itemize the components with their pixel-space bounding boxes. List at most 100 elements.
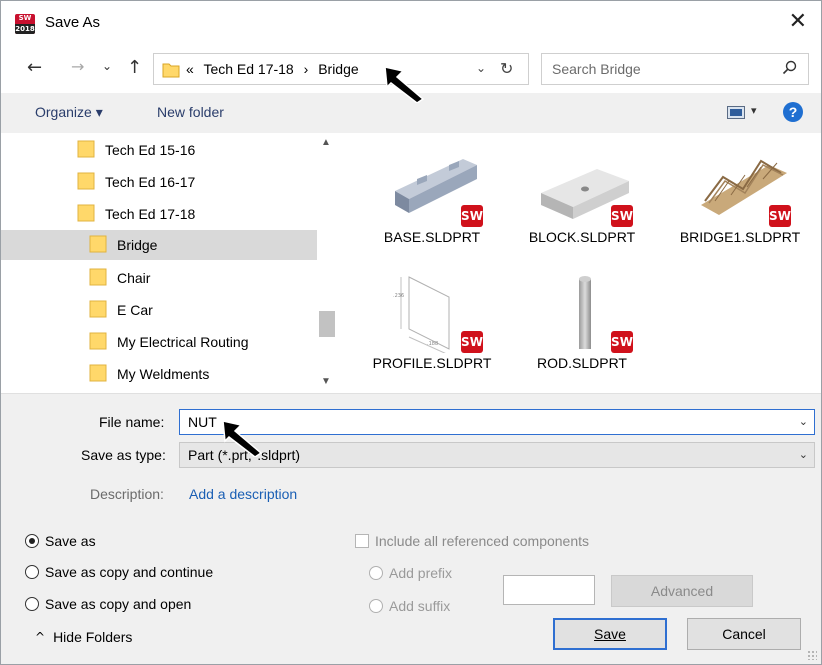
folder-icon xyxy=(89,299,107,322)
radio-add-prefix[interactable]: Add prefix xyxy=(369,565,452,581)
tree-item-tech-ed-15-16[interactable]: Tech Ed 15-16 xyxy=(77,135,195,165)
app-icon-top-text: SW xyxy=(18,14,32,22)
search-icon[interactable] xyxy=(782,60,798,79)
solidworks-file-badge-icon: SW xyxy=(769,205,791,227)
chevron-down-icon[interactable]: ⌄ xyxy=(799,415,808,428)
tree-item-label: Tech Ed 17-18 xyxy=(105,206,196,222)
address-dropdown-icon[interactable]: ⌄ xyxy=(476,61,486,75)
annotation-arrow-icon xyxy=(384,66,425,103)
tree-item-label: E Car xyxy=(117,302,153,318)
solidworks-file-badge-icon: SW xyxy=(611,205,633,227)
radio-save-as[interactable]: Save as xyxy=(25,533,96,549)
file-item-profile[interactable]: .236 .188 SW PROFILE.SLDPRT xyxy=(357,259,507,377)
folder-icon xyxy=(77,139,95,162)
cancel-button[interactable]: Cancel xyxy=(687,618,801,650)
tree-item-label: Bridge xyxy=(117,237,158,253)
folder-icon xyxy=(89,331,107,354)
recent-locations-dropdown-icon[interactable]: ⌄ xyxy=(102,59,112,73)
new-folder-button[interactable]: New folder xyxy=(157,104,224,120)
breadcrumb-overflow[interactable]: « xyxy=(186,61,194,77)
view-dropdown-icon[interactable]: ▾ xyxy=(751,104,757,117)
organize-menu-button[interactable]: Organize ▾ xyxy=(35,104,103,121)
folder-icon xyxy=(77,171,95,194)
save-as-dialog: SW 2018 Save As ✕ ← → ⌄ ↑ « Tech Ed 17-1… xyxy=(0,0,822,665)
tree-scrollbar[interactable]: ▲ ▼ xyxy=(317,133,337,391)
dialog-title: Save As xyxy=(45,14,101,31)
refresh-icon[interactable]: ↻ xyxy=(500,59,513,78)
tree-item-tech-ed-16-17[interactable]: Tech Ed 16-17 xyxy=(77,167,195,197)
folder-icon xyxy=(162,61,180,82)
tree-item-bridge[interactable]: Bridge xyxy=(1,230,317,260)
radio-save-as-copy-open[interactable]: Save as copy and open xyxy=(25,596,191,612)
svg-text:.236: .236 xyxy=(393,293,404,299)
tree-item-chair[interactable]: Chair xyxy=(89,263,150,293)
radio-label: Save as xyxy=(45,533,96,549)
file-name: PROFILE.SLDPRT xyxy=(372,355,492,371)
app-icon-year-text: 2018 xyxy=(15,24,35,34)
up-arrow-icon[interactable]: ↑ xyxy=(127,57,142,78)
save-button[interactable]: Save xyxy=(553,618,667,650)
breadcrumb-item-bridge[interactable]: Bridge xyxy=(318,61,358,77)
svg-text:.188: .188 xyxy=(427,341,438,347)
resize-grip-icon[interactable] xyxy=(807,650,817,660)
change-view-icon[interactable] xyxy=(727,106,745,119)
part-thumbnail: SW xyxy=(537,267,633,353)
file-item-base[interactable]: SW BASE.SLDPRT xyxy=(357,133,507,251)
file-name: ROD.SLDPRT xyxy=(537,355,627,371)
radio-label: Save as copy and open xyxy=(45,596,192,612)
tree-item-e-car[interactable]: E Car xyxy=(89,295,153,325)
breadcrumb-item-tech-ed-17-18[interactable]: Tech Ed 17-18 xyxy=(203,61,293,77)
file-name: BLOCK.SLDPRT xyxy=(528,229,636,245)
breadcrumb: « Tech Ed 17-18 › Bridge xyxy=(186,61,365,77)
include-referenced-components-checkbox[interactable]: Include all referenced components xyxy=(355,533,589,549)
tree-item-label: Chair xyxy=(117,270,151,286)
file-item-rod[interactable]: SW ROD.SLDPRT xyxy=(507,259,657,377)
tree-item-label: My Weldments xyxy=(117,366,210,382)
hide-folders-button[interactable]: ^ Hide Folders xyxy=(35,629,132,645)
tree-item-tech-ed-17-18[interactable]: Tech Ed 17-18 xyxy=(77,199,195,229)
tree-item-my-electrical-routing[interactable]: My Electrical Routing xyxy=(89,327,249,357)
save-as-type-label: Save as type: xyxy=(81,447,166,463)
file-item-block[interactable]: SW BLOCK.SLDPRT xyxy=(507,133,657,251)
radio-unchecked-icon xyxy=(369,599,383,613)
folder-tree: Tech Ed 15-16 Tech Ed 16-17 Tech Ed 17-1… xyxy=(1,133,337,391)
part-thumbnail: SW xyxy=(387,141,483,227)
radio-unchecked-icon xyxy=(369,566,383,580)
tree-item-my-weldments[interactable]: My Weldments xyxy=(89,359,209,389)
search-box[interactable]: Search Bridge xyxy=(541,53,809,85)
chevron-down-icon[interactable]: ⌄ xyxy=(799,448,808,461)
radio-checked-icon xyxy=(25,534,39,548)
tree-item-label: Tech Ed 15-16 xyxy=(105,142,196,158)
checkbox-label: Include all referenced components xyxy=(375,533,590,549)
breadcrumb-separator-icon[interactable]: › xyxy=(304,61,309,77)
solidworks-file-badge-icon: SW xyxy=(461,331,483,353)
help-icon[interactable]: ? xyxy=(783,102,803,122)
file-name: BASE.SLDPRT xyxy=(383,229,481,245)
close-icon[interactable]: ✕ xyxy=(789,9,807,34)
part-thumbnail: SW xyxy=(695,141,791,227)
address-bar[interactable]: « Tech Ed 17-18 › Bridge ⌄ ↻ xyxy=(153,53,529,85)
title-bar: SW 2018 Save As ✕ xyxy=(1,1,821,45)
file-item-bridge1[interactable]: SW BRIDGE1.SLDPRT xyxy=(665,133,815,251)
back-arrow-icon[interactable]: ← xyxy=(27,57,42,78)
file-name: BRIDGE1.SLDPRT xyxy=(679,229,801,245)
file-name-value: NUT xyxy=(188,414,217,430)
scroll-up-icon[interactable]: ▲ xyxy=(321,137,331,148)
radio-save-as-copy-continue[interactable]: Save as copy and continue xyxy=(25,564,213,580)
add-description-link[interactable]: Add a description xyxy=(189,486,297,502)
radio-label: Add prefix xyxy=(389,565,453,581)
radio-add-suffix[interactable]: Add suffix xyxy=(369,598,450,614)
forward-arrow-icon[interactable]: → xyxy=(71,57,84,76)
part-thumbnail: .236 .188 SW xyxy=(387,267,483,356)
radio-unchecked-icon xyxy=(25,597,39,611)
file-name-input[interactable]: NUT ⌄ xyxy=(179,409,815,435)
save-as-type-select[interactable]: Part (*.prt;*.sldprt) ⌄ xyxy=(179,442,815,468)
prefix-suffix-input[interactable] xyxy=(503,575,595,605)
scrollbar-thumb[interactable] xyxy=(319,311,335,337)
chevron-up-icon: ^ xyxy=(35,630,46,644)
advanced-button[interactable]: Advanced xyxy=(611,575,753,607)
radio-label: Save as copy and continue xyxy=(45,564,214,580)
save-button-label: Save xyxy=(594,626,626,642)
scroll-down-icon[interactable]: ▼ xyxy=(321,376,331,387)
tree-item-label: Tech Ed 16-17 xyxy=(105,174,196,190)
